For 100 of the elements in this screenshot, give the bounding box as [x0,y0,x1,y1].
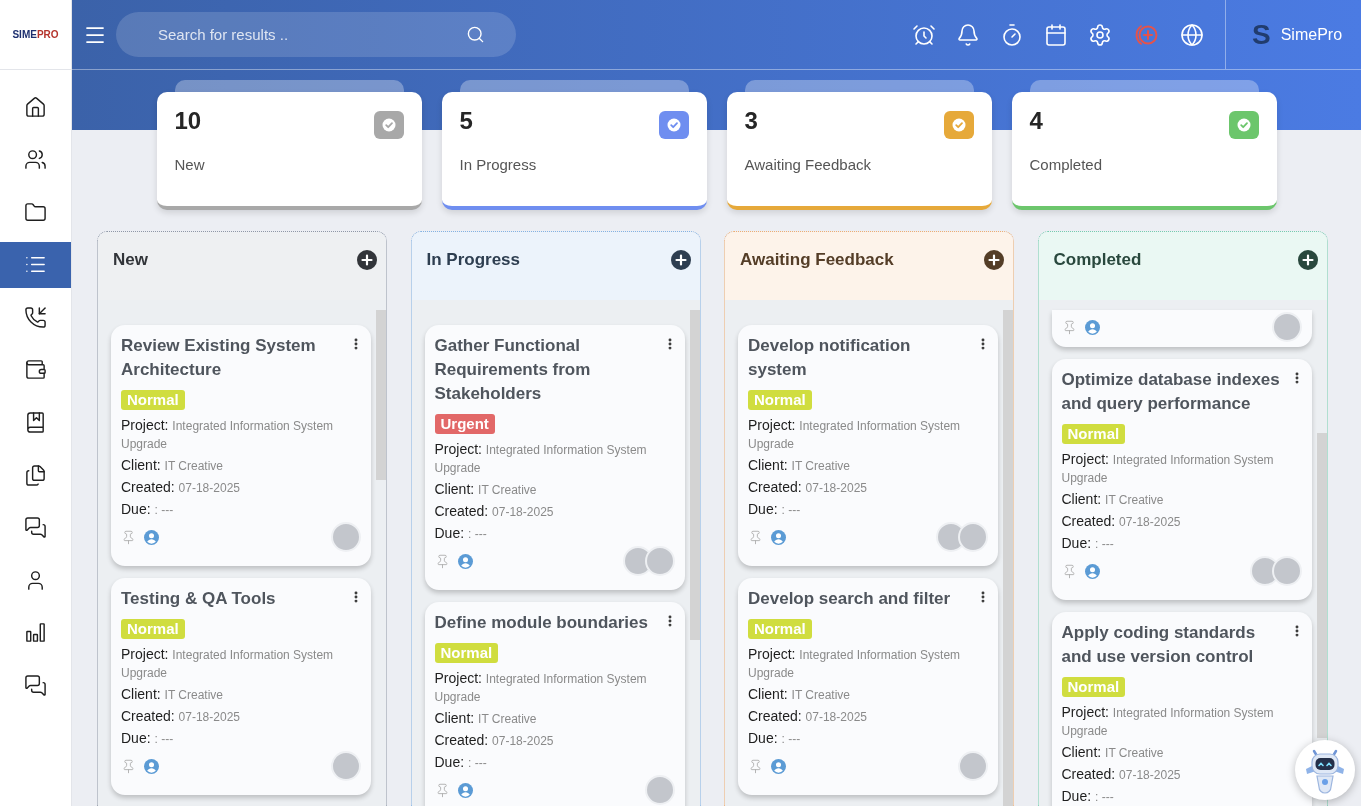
task-title: Gather Functional Requirements from Stakeholders [434,335,592,405]
plus-circle-icon[interactable] [670,250,691,270]
task-title: Develop search and filter [748,588,952,610]
settings-icon[interactable] [1088,22,1112,47]
stat-card[interactable]: 4 Completed [1011,92,1277,210]
task-title: Testing & QA Tools [121,588,277,610]
chat-bubbles-icon [24,516,47,540]
priority-tag: Normal [121,390,185,410]
folder-icon [24,200,47,224]
avatar-placeholder [331,751,361,781]
task-title: Optimize database indexes and query performance [1061,369,1281,415]
priority-tag: Normal [1061,677,1126,697]
plus-circle-icon[interactable] [357,250,377,270]
bell-icon[interactable] [956,22,980,47]
task-detail: Client: IT Creative [1061,490,1165,508]
avatar-placeholder [958,751,988,781]
user-circle-icon[interactable] [1084,319,1100,335]
task-detail: Project: Integrated Information System Upgrade [1061,703,1275,739]
task-detail: Created: 07-18-2025 [121,478,241,496]
user-circle-icon[interactable] [457,553,473,569]
task-title: Review Existing System Architecture [121,335,317,381]
task-card[interactable]: Develop notification system Normal Project: Integrated Information System Upgrade Client: IT Creative Created: 07-18-2025 Due: : --- [738,325,998,566]
task-detail: Due: : --- [748,500,802,518]
stat-card[interactable]: 5 In Progress [441,92,707,210]
user-circle-icon[interactable] [144,758,159,774]
wallet-icon [24,358,47,382]
task-detail: Created: 07-18-2025 [1061,512,1182,530]
user-circle-icon[interactable] [457,782,473,798]
brand-name: SimePro [1280,24,1343,45]
task-card[interactable]: Optimize database indexes and query performance Normal Project: Integrated Information System Upgrade Client: IT Creative Created: 07-18-2025 Due: : --- [1051,359,1312,600]
task-detail: Client: IT Creative [434,709,538,727]
bookmarked-book-icon [24,411,47,435]
alarm-clock-icon[interactable] [912,22,936,47]
task-card[interactable]: Define module boundaries Normal Project: Integrated Information System Upgrade Client: IT Creative Created: 07-18-2025 Due: : --- [424,602,685,806]
stat-count: 5 [459,106,474,136]
stat-label: In Progress [459,155,537,175]
task-detail: Client: IT Creative [434,480,538,498]
task-detail: Due: : --- [1061,787,1115,805]
logo-wordmark[interactable]: SIMEPRO [12,28,59,41]
stat-count: 10 [174,106,203,136]
phone-incoming-icon [24,305,47,329]
chat-bubbles-icon [24,674,47,698]
stat-label: Awaiting Feedback [744,155,871,175]
stat-label: Completed [1029,155,1103,175]
task-detail: Due: : --- [434,753,488,771]
stat-card[interactable]: 10 New [156,92,422,210]
task-card[interactable]: Gather Functional Requirements from Stakeholders Urgent Project: Integrated Information System Upgrade Client: IT Creative Created: 07-18-2025 Due: : --- [424,325,685,590]
stat-card[interactable]: 3 Awaiting Feedback [726,92,992,210]
task-detail: Project: Integrated Information System Upgrade [121,645,335,681]
task-card[interactable]: Develop search and filter Normal Project: Integrated Information System Upgrade Client: IT Creative Created: 07-18-2025 Due: : --- [738,578,998,795]
task-detail: Created: 07-18-2025 [121,707,241,725]
stat-count: 3 [744,106,759,136]
task-card[interactable]: Testing & QA Tools Normal Project: Integrated Information System Upgrade Client: IT Creative Created: 07-18-2025 Due: : --- [111,578,371,795]
avatar-placeholder [1271,312,1302,342]
user-circle-icon[interactable] [771,529,786,545]
task-detail: Project: Integrated Information System Upgrade [434,669,648,705]
plus-circle-icon[interactable] [1297,250,1318,270]
avatar-placeholder [958,522,988,552]
task-detail: Project: Integrated Information System Upgrade [121,416,335,452]
task-detail: Created: 07-18-2025 [434,502,555,520]
users-icon [24,148,47,172]
calendar-icon[interactable] [1044,22,1068,47]
task-card[interactable]: Apply coding standards and use version control Normal Project: Integrated Information System Upgrade Client: IT Creative Created: 07-18-2025 Due: : --- [1051,612,1312,806]
task-detail: Created: 07-18-2025 [1061,765,1182,783]
stat-label: New [174,155,205,175]
house-icon [24,95,47,119]
avatar-placeholder [644,775,675,805]
brand-logo-mark: S [1252,19,1271,50]
priority-tag: Normal [121,619,185,639]
scrollbar-thumb[interactable] [376,310,386,480]
task-detail: Created: 07-18-2025 [434,731,555,749]
priority-tag: Normal [434,643,499,663]
scrollbar-thumb[interactable] [1003,310,1013,806]
avatar-placeholder [331,522,361,552]
task-detail: Due: : --- [121,500,175,518]
priority-tag: Normal [748,619,812,639]
column-title: New [113,249,148,271]
task-detail: Client: IT Creative [121,456,225,474]
task-card[interactable]: Review Existing System Architecture Normal Project: Integrated Information System Upgrade Client: IT Creative Created: 07-18-2025 Due: : --- [111,325,371,566]
search-icon[interactable] [466,25,485,44]
user-circle-icon[interactable] [1084,563,1100,579]
plus-circle-icon[interactable] [984,250,1004,270]
task-detail: Due: : --- [748,729,802,747]
task-detail: Due: : --- [121,729,175,747]
task-detail: Created: 07-18-2025 [748,707,868,725]
task-detail: Project: Integrated Information System Upgrade [434,440,648,476]
task-title: Apply coding standards and use version control [1061,622,1257,668]
timer-icon[interactable] [1000,22,1024,47]
priority-tag: Normal [748,390,812,410]
task-detail: Client: IT Creative [1061,743,1165,761]
user-circle-icon[interactable] [144,529,159,545]
priority-tag: Urgent [434,414,495,434]
sidebar-item[interactable] [0,241,71,288]
globe-icon[interactable] [1180,22,1204,47]
task-detail: Due: : --- [434,524,488,542]
scrollbar-thumb[interactable] [689,310,700,640]
user-circle-icon[interactable] [771,758,786,774]
column-title: Completed [1053,249,1142,271]
scrollbar-thumb[interactable] [1316,433,1327,738]
avatar-placeholder [1271,556,1302,586]
